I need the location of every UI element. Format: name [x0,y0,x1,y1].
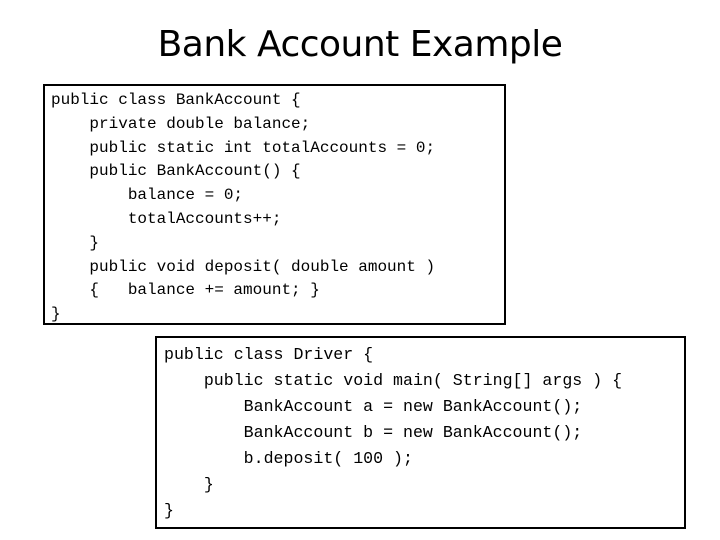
code-line: public class BankAccount { [51,91,301,109]
code-line: public BankAccount() { [51,162,301,181]
code-line: BankAccount b = new BankAccount(); [164,423,583,442]
bank-account-code: public class BankAccount { private doubl… [51,89,504,327]
slide-title: Bank Account Example [157,24,563,65]
driver-code: public class Driver { public static void… [164,342,684,524]
code-line: public void deposit( double amount ) [51,257,436,276]
code-line: } [51,233,100,252]
code-line: private double balance; [51,114,311,133]
code-line: totalAccounts++; [51,209,282,228]
code-line: public class Driver { [164,345,374,364]
driver-code-box: public class Driver { public static void… [155,336,686,529]
code-line: } [51,305,61,324]
code-line: } [164,501,174,520]
code-line: balance = 0; [51,186,244,205]
code-line: BankAccount a = new BankAccount(); [164,397,583,416]
bank-account-code-box: public class BankAccount { private doubl… [43,84,506,325]
code-line: public static int totalAccounts = 0; [51,138,436,157]
code-line: { balance += amount; } [51,281,320,300]
code-line: } [164,475,214,494]
code-line: public static void main( String[] args )… [164,371,623,390]
code-line: b.deposit( 100 ); [164,449,413,468]
